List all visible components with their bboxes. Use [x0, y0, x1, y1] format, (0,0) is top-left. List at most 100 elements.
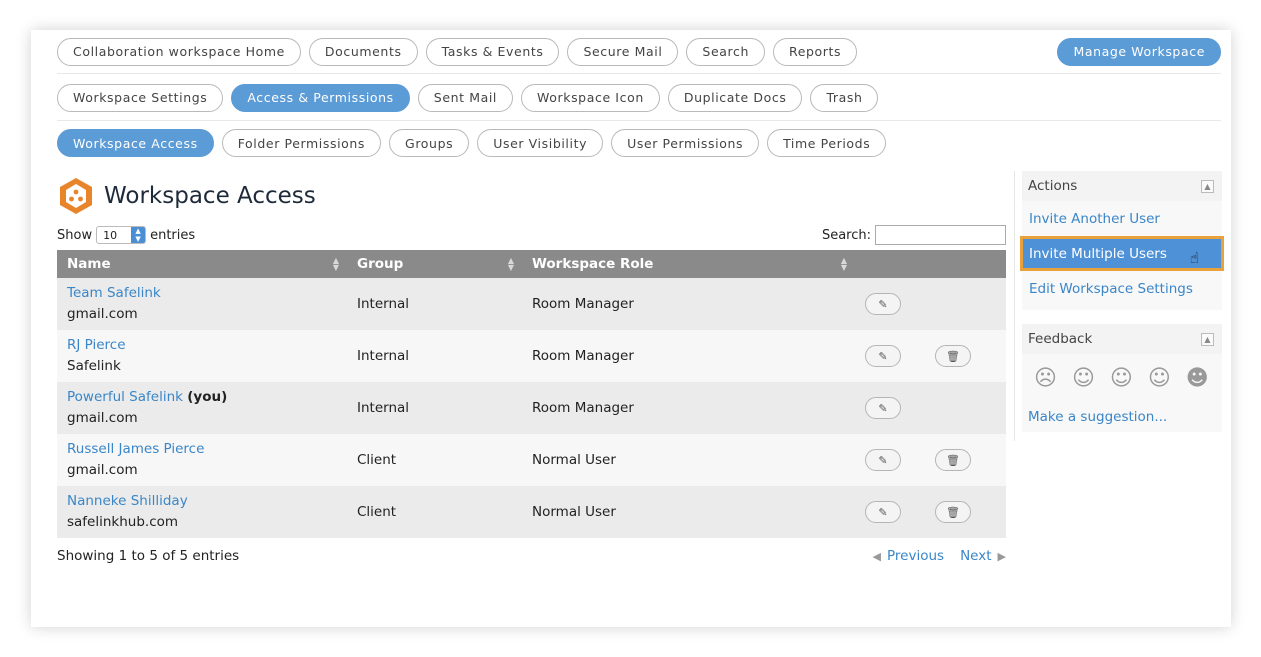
select-arrow-icon: ▲ ▼	[131, 227, 146, 243]
nav-tasks-events[interactable]: Tasks & Events	[425, 37, 560, 66]
feedback-panel: ☹ ☺ ☺ ☺ ☻ Make a suggestion...	[1022, 354, 1222, 432]
very-happy-face-icon[interactable]: ☻	[1186, 366, 1209, 402]
search-input[interactable]	[875, 225, 1006, 245]
user-group: Internal	[357, 296, 410, 312]
nav-reports[interactable]: Reports	[772, 37, 858, 66]
nav-documents[interactable]: Documents	[308, 37, 418, 66]
feedback-title: Feedback	[1028, 331, 1093, 347]
manage-workspace-button[interactable]: Manage Workspace	[1057, 37, 1221, 66]
invite-another-user-link[interactable]: Invite Another User	[1022, 201, 1222, 236]
sort-icon: ▲ ▼	[332, 256, 339, 272]
collapse-icon[interactable]: ▲	[1201, 332, 1214, 346]
previous-link[interactable]: Previous	[887, 548, 944, 564]
previous-arrow-icon: ◀	[872, 549, 882, 563]
tab-trash[interactable]: Trash	[810, 83, 879, 112]
tab-workspace-icon[interactable]: Workspace Icon	[521, 83, 660, 112]
edit-pencil-icon[interactable]: ✎	[865, 293, 901, 315]
tab-sent-mail[interactable]: Sent Mail	[417, 83, 514, 112]
user-group: Internal	[357, 400, 410, 416]
col-name-header[interactable]: Name ▲ ▼	[57, 250, 347, 278]
subtab-user-visibility[interactable]: User Visibility	[477, 129, 604, 157]
delete-trash-icon[interactable]: 🗑	[935, 449, 971, 471]
next-link[interactable]: Next	[960, 548, 991, 564]
unhappy-face-icon[interactable]: ☺	[1072, 366, 1095, 402]
user-detail: safelinkhub.com	[67, 514, 179, 530]
happy-face-icon[interactable]: ☺	[1148, 366, 1171, 402]
users-table: Name ▲ ▼ Group ▲ ▼ Workspace Role ▲ ▼ Team Saf…	[57, 250, 1006, 538]
tab-access-permissions[interactable]: Access & Permissions	[231, 83, 410, 112]
sort-icon: ▲ ▼	[507, 256, 514, 272]
nav-home[interactable]: Collaboration workspace Home	[57, 37, 301, 66]
invite-multiple-users-link[interactable]: Invite Multiple Users ☝	[1020, 236, 1224, 271]
user-group: Client	[357, 452, 397, 468]
feedback-panel-header: Feedback ▲	[1022, 324, 1222, 354]
col-role-header[interactable]: Workspace Role ▲ ▼	[522, 250, 855, 278]
subtab-workspace-access[interactable]: Workspace Access	[57, 129, 214, 157]
tertiary-nav: Workspace Access Folder Permissions Grou…	[57, 129, 1221, 157]
actions-title: Actions	[1028, 178, 1078, 194]
user-group: Internal	[357, 348, 410, 364]
tab-duplicate-docs[interactable]: Duplicate Docs	[667, 83, 803, 112]
search-label: Search:	[821, 227, 871, 243]
next-arrow-icon: ▶	[997, 549, 1006, 563]
col-edit-header	[855, 250, 925, 278]
very-unhappy-face-icon[interactable]: ☹	[1034, 366, 1057, 402]
entries-info: Showing 1 to 5 of 5 entries	[57, 548, 240, 564]
workspace-logo-icon	[60, 178, 92, 214]
actions-panel: Invite Another User Invite Multiple User…	[1020, 201, 1224, 310]
table-controls: Show 10 ▲ ▼ entries Search:	[57, 224, 1006, 246]
table-footer: Showing 1 to 5 of 5 entries ◀ Previous N…	[57, 548, 1006, 564]
user-name-link[interactable]: RJ Pierce	[67, 335, 347, 355]
table-row: Powerful Safelink (you) gmail.com Interna…	[57, 382, 1006, 434]
nav-secure-mail[interactable]: Secure Mail	[567, 37, 679, 66]
edit-pencil-icon[interactable]: ✎	[865, 449, 901, 471]
entries-value: 10	[103, 228, 118, 242]
col-group-header[interactable]: Group ▲ ▼	[347, 250, 522, 278]
user-name-link[interactable]: Team Safelink	[67, 283, 347, 303]
entries-label: entries	[150, 227, 196, 243]
user-name-link[interactable]: Powerful Safelink (you)	[67, 387, 347, 407]
pagination: ◀ Previous Next ▶	[873, 548, 1006, 564]
feedback-faces: ☹ ☺ ☺ ☺ ☻	[1022, 354, 1222, 402]
title-bar: Workspace Access	[57, 175, 1006, 217]
user-role: Normal User	[532, 504, 616, 520]
user-role: Room Manager	[532, 348, 634, 364]
search-control: Search:	[822, 225, 1006, 245]
edit-pencil-icon[interactable]: ✎	[865, 397, 901, 419]
table-row: RJ Pierce Safelink Internal Room Manager …	[57, 330, 1006, 382]
show-label: Show	[57, 227, 93, 243]
neutral-face-icon[interactable]: ☺	[1110, 366, 1133, 402]
user-name-link[interactable]: Nanneke Shilliday	[67, 491, 347, 511]
subtab-time-periods[interactable]: Time Periods	[767, 129, 887, 157]
table-header-row: Name ▲ ▼ Group ▲ ▼ Workspace Role ▲ ▼	[57, 250, 1006, 278]
tab-workspace-settings[interactable]: Workspace Settings	[57, 83, 224, 112]
edit-pencil-icon[interactable]: ✎	[865, 501, 901, 523]
sort-icon: ▲ ▼	[840, 256, 847, 272]
collapse-icon[interactable]: ▲	[1201, 179, 1214, 193]
subtab-user-permissions[interactable]: User Permissions	[611, 129, 760, 157]
user-name-link[interactable]: Russell James Pierce	[67, 439, 347, 459]
user-detail: gmail.com	[67, 306, 138, 322]
user-detail: gmail.com	[67, 410, 138, 426]
page-title: Workspace Access	[104, 183, 316, 209]
actions-panel-header: Actions ▲	[1022, 171, 1222, 201]
hand-cursor-icon: ☝	[1189, 249, 1199, 267]
workspace-card: Collaboration workspace Home Documents T…	[31, 30, 1231, 627]
you-marker: (you)	[187, 389, 228, 405]
subtab-groups[interactable]: Groups	[389, 129, 470, 157]
edit-pencil-icon[interactable]: ✎	[865, 345, 901, 367]
sidebar: Actions ▲ Invite Another User Invite Mul…	[1014, 171, 1224, 441]
main-content: Workspace Access Show 10 ▲ ▼ entries Sear…	[57, 175, 1006, 564]
delete-trash-icon[interactable]: 🗑	[935, 501, 971, 523]
edit-workspace-settings-link[interactable]: Edit Workspace Settings	[1022, 271, 1222, 306]
delete-trash-icon[interactable]: 🗑	[935, 345, 971, 367]
user-detail: Safelink	[67, 358, 121, 374]
user-detail: gmail.com	[67, 462, 138, 478]
nav-search[interactable]: Search	[686, 37, 765, 66]
user-role: Room Manager	[532, 296, 634, 312]
subtab-folder-permissions[interactable]: Folder Permissions	[221, 129, 382, 157]
entries-select[interactable]: 10 ▲ ▼	[96, 226, 147, 244]
user-group: Client	[357, 504, 397, 520]
user-role: Room Manager	[532, 400, 634, 416]
make-suggestion-link[interactable]: Make a suggestion...	[1022, 402, 1222, 432]
